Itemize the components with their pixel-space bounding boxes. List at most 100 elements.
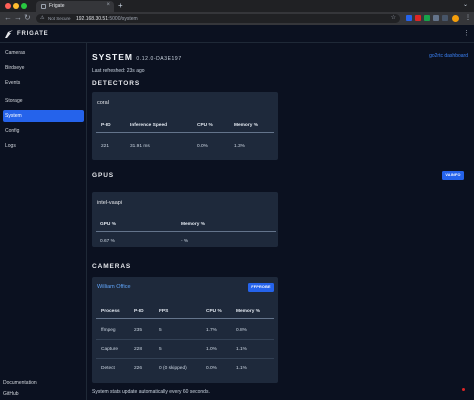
extension-icon[interactable] xyxy=(415,15,421,21)
table-cell: 221 xyxy=(101,144,110,149)
browser-tab[interactable]: Frigate × xyxy=(36,1,114,12)
main-content: SYSTEM 0.12.0-DA3E197 go2rtc dashboard L… xyxy=(88,43,474,400)
sidebar-item-system[interactable]: System xyxy=(3,110,84,122)
table-cell: ffmpeg xyxy=(101,328,116,333)
table-cell: Detect xyxy=(101,366,115,371)
browser-chrome: Frigate × + ⌄ ← → ↻ ⚠ Not Secure 192.168… xyxy=(0,0,474,25)
sidebar-item-logs[interactable]: Logs xyxy=(3,140,84,152)
sidebar-item-cameras[interactable]: Cameras xyxy=(3,47,84,59)
go2rtc-dashboard-link[interactable]: go2rtc dashboard xyxy=(429,53,468,59)
table-cell: 0.0% xyxy=(206,366,217,371)
app-title[interactable]: FRIGATE xyxy=(17,31,49,37)
close-window-icon[interactable] xyxy=(5,3,11,9)
page-title-text: SYSTEM xyxy=(92,52,133,62)
arrow-right-icon[interactable]: → xyxy=(14,13,22,22)
table-cell: 5 xyxy=(159,347,162,352)
stats-update-note: System stats update automatically every … xyxy=(92,389,210,395)
sidebar-panel-icon[interactable] xyxy=(442,15,448,21)
column-header: GPU % xyxy=(100,222,116,227)
sidebar-item-label: Logs xyxy=(5,143,16,149)
sidebar-item-birdseye[interactable]: Birdseye xyxy=(3,62,84,74)
table-cell: 1.1% xyxy=(236,366,247,371)
table-cell: 0 (0 skipped) xyxy=(159,366,187,371)
table-cell: - % xyxy=(181,239,189,244)
gpus-heading: GPUS xyxy=(92,172,115,179)
table-cell: 1.0% xyxy=(206,347,217,352)
sidebar: Cameras Birdseye Events Storage System C… xyxy=(0,43,87,400)
security-label: Not Secure xyxy=(48,16,71,21)
github-link[interactable]: GitHub xyxy=(3,391,19,397)
row-divider xyxy=(96,358,274,359)
gpu-card: intel-vaapi GPU % Memory % 0.67 % - % xyxy=(92,192,278,247)
address-bar[interactable]: ⚠ Not Secure 192.168.30.51:5000/system ☆ xyxy=(36,14,400,23)
table-cell: 5 xyxy=(159,328,162,333)
gpu-name: intel-vaapi xyxy=(97,200,123,206)
page-title: SYSTEM 0.12.0-DA3E197 xyxy=(92,52,182,62)
table-divider xyxy=(96,231,276,232)
detector-name: coral xyxy=(97,100,109,106)
column-header: Inference Speed xyxy=(130,123,168,128)
sidebar-item-label: Events xyxy=(5,80,21,86)
sidebar-item-label: Storage xyxy=(5,98,23,104)
table-cell: 235 xyxy=(134,328,143,333)
column-header: P-ID xyxy=(101,123,111,128)
column-header: CPU % xyxy=(197,123,213,128)
table-divider xyxy=(96,132,274,133)
extension-icon[interactable] xyxy=(424,15,430,21)
column-header: Memory % xyxy=(181,222,205,227)
sidebar-item-storage[interactable]: Storage xyxy=(3,95,84,107)
tab-strip: Frigate × + ⌄ xyxy=(0,0,474,12)
notification-dot-icon xyxy=(462,388,465,391)
column-header: P-ID xyxy=(134,309,144,314)
ffprobe-button[interactable]: FFPROBE xyxy=(248,283,274,292)
url-text: 192.168.30.51:5000/system xyxy=(76,16,138,22)
tab-title: Frigate xyxy=(49,3,65,9)
profile-avatar[interactable] xyxy=(452,15,459,22)
reload-icon[interactable]: ↻ xyxy=(24,13,31,22)
vainfo-button[interactable]: VAINFO xyxy=(442,171,464,180)
star-icon[interactable]: ☆ xyxy=(391,14,396,21)
column-header: Memory % xyxy=(234,123,258,128)
column-header: Process xyxy=(101,309,120,314)
tab-close-icon[interactable]: × xyxy=(106,2,110,8)
sidebar-item-label: Birdseye xyxy=(5,65,25,71)
last-refreshed: Last refreshed: 23s ago xyxy=(92,68,145,74)
detectors-heading: DETECTORS xyxy=(92,80,141,87)
table-cell: 226 xyxy=(134,366,143,371)
camera-name-link[interactable]: William Office xyxy=(97,284,131,290)
version-label: 0.12.0-DA3E197 xyxy=(136,56,182,62)
row-divider xyxy=(96,339,274,340)
browser-menu-icon[interactable]: ⋮ xyxy=(465,14,471,21)
maximize-window-icon[interactable] xyxy=(21,3,27,9)
table-cell: 0.0% xyxy=(197,144,208,149)
sidebar-item-events[interactable]: Events xyxy=(3,77,84,89)
camera-card: William Office FFPROBE Process P-ID FPS … xyxy=(92,277,278,383)
extensions-puzzle-icon[interactable] xyxy=(433,15,439,21)
app-header: FRIGATE ⋮ xyxy=(0,25,474,43)
table-cell: 1.3% xyxy=(234,144,245,149)
column-header: Memory % xyxy=(236,309,260,314)
table-divider xyxy=(96,318,274,319)
new-tab-icon[interactable]: + xyxy=(118,1,123,10)
minimize-window-icon[interactable] xyxy=(13,3,19,9)
tab-search-icon[interactable]: ⌄ xyxy=(463,1,468,8)
url-path: :5000/system xyxy=(107,15,138,22)
table-cell: Capture xyxy=(101,347,119,352)
more-menu-icon[interactable]: ⋮ xyxy=(463,29,470,37)
extension-icon[interactable] xyxy=(406,15,412,21)
browser-toolbar: ← → ↻ ⚠ Not Secure 192.168.30.51:5000/sy… xyxy=(0,12,474,25)
favicon-icon xyxy=(41,4,46,9)
detector-card: coral P-ID Inference Speed CPU % Memory … xyxy=(92,92,278,160)
documentation-link[interactable]: Documentation xyxy=(3,380,37,386)
table-cell: 31.91 ms xyxy=(130,144,150,149)
table-cell: 0.8% xyxy=(236,328,247,333)
sidebar-item-label: Cameras xyxy=(5,50,26,56)
sidebar-item-config[interactable]: Config xyxy=(3,125,84,137)
frigate-logo-icon[interactable] xyxy=(4,29,14,39)
table-cell: 228 xyxy=(134,347,143,352)
warning-icon: ⚠ xyxy=(40,15,45,21)
arrow-left-icon[interactable]: ← xyxy=(4,13,12,22)
url-host: 192.168.30.51 xyxy=(76,15,108,22)
table-cell: 1.1% xyxy=(236,347,247,352)
column-header: FPS xyxy=(159,309,169,314)
